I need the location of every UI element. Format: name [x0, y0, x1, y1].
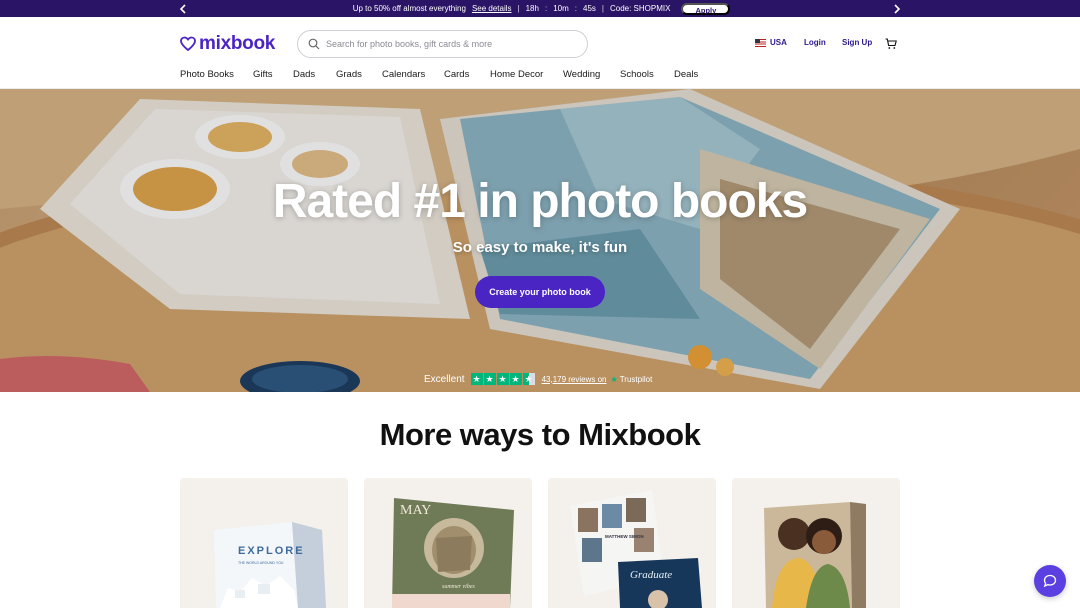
divider: | — [517, 4, 520, 13]
rating-label: Excellent — [424, 373, 465, 385]
promo-next-arrow-icon[interactable] — [887, 0, 907, 17]
us-flag-icon — [755, 38, 766, 47]
calendar-caption: summer vibes — [442, 584, 475, 590]
hero-banner: Rated #1 in photo books So easy to make,… — [0, 89, 1080, 392]
star-icon: ★ — [483, 373, 496, 385]
nav-cards[interactable]: Cards — [444, 69, 469, 80]
review-count-link[interactable]: 43,179 reviews on — [542, 375, 607, 384]
nav-gifts[interactable]: Gifts — [253, 69, 273, 80]
search-bar[interactable] — [297, 30, 588, 58]
cart-icon[interactable] — [885, 38, 897, 50]
product-card-travel-book[interactable]: EXPLORE THE WORLD AROUND YOU — [180, 478, 348, 608]
yearbook-image: MATTHEW SIMON Graduate — [570, 490, 702, 608]
nav-home-decor[interactable]: Home Decor — [490, 69, 543, 80]
trustpilot-logo: ★ Trustpilot — [611, 375, 653, 384]
calendar-month: MAY — [400, 503, 431, 518]
book-subtitle: THE WORLD AROUND YOU — [238, 561, 284, 565]
promo-code: Code: SHOPMIX — [609, 4, 671, 13]
half-star-icon: ★ — [522, 373, 535, 385]
nav-schools[interactable]: Schools — [620, 69, 654, 80]
timer-colon: : — [544, 4, 548, 13]
nav-dads[interactable]: Dads — [293, 69, 315, 80]
hero-title: Rated #1 in photo books — [272, 175, 808, 228]
book-title: EXPLORE — [238, 545, 305, 557]
timer-seconds: 45s — [583, 4, 596, 13]
promo-details-link[interactable]: See details — [472, 4, 512, 13]
trustpilot-star-icon: ★ — [610, 374, 618, 384]
create-photo-book-button[interactable]: Create your photo book — [475, 276, 605, 308]
mixbook-logo[interactable]: mixbook — [180, 33, 275, 55]
country-selector[interactable]: USA — [755, 38, 787, 47]
country-label: USA — [770, 38, 787, 47]
product-card-canvas[interactable] — [732, 478, 900, 608]
promo-text: Up to 50% off almost everything — [352, 4, 466, 13]
login-link[interactable]: Login — [804, 38, 826, 47]
trustpilot-rating[interactable]: Excellent ★ ★ ★ ★ ★ 43,179 reviews on ★ … — [424, 373, 652, 385]
hero-subtitle: So easy to make, it's fun — [452, 239, 628, 256]
search-input[interactable] — [326, 39, 566, 49]
promo-prev-arrow-icon[interactable] — [173, 0, 193, 17]
star-icon: ★ — [509, 373, 522, 385]
product-card-calendar[interactable]: MAY summer vibes — [364, 478, 532, 608]
nav-photo-books[interactable]: Photo Books — [180, 69, 234, 80]
trustpilot-brand: Trustpilot — [619, 374, 653, 384]
chat-button[interactable] — [1034, 565, 1066, 597]
signup-link[interactable]: Sign Up — [842, 38, 872, 47]
section-title: More ways to Mixbook — [379, 417, 701, 452]
promo-bar: Up to 50% off almost everything See deta… — [0, 0, 1080, 17]
card-script: Graduate — [630, 569, 672, 581]
nav-deals[interactable]: Deals — [674, 69, 698, 80]
chat-bubble-icon — [1043, 574, 1057, 588]
star-icon: ★ — [496, 373, 509, 385]
timer-colon: : — [574, 4, 577, 13]
calendar-image: MAY summer vibes — [392, 498, 514, 608]
product-card-yearbook[interactable]: MATTHEW SIMON Graduate — [548, 478, 716, 608]
search-icon — [308, 38, 320, 50]
star-icon: ★ — [470, 373, 483, 385]
divider: | — [601, 4, 604, 13]
yearbook-name: MATTHEW SIMON — [605, 534, 644, 539]
rating-stars: ★ ★ ★ ★ ★ — [470, 373, 536, 385]
timer-minutes: 10m — [553, 4, 569, 13]
nav-wedding[interactable]: Wedding — [563, 69, 600, 80]
site-header: mixbook USA Login Sign Up Photo Books Gi… — [0, 17, 1080, 89]
logo-text: mixbook — [199, 33, 276, 54]
heart-logo-icon — [180, 36, 196, 52]
timer-hours: 18h — [525, 4, 539, 13]
apply-code-button[interactable]: Apply — [681, 2, 731, 15]
photo-book-image: EXPLORE THE WORLD AROUND YOU — [214, 522, 326, 608]
canvas-print-image — [764, 502, 866, 608]
nav-calendars[interactable]: Calendars — [382, 69, 425, 80]
nav-grads[interactable]: Grads — [336, 69, 362, 80]
